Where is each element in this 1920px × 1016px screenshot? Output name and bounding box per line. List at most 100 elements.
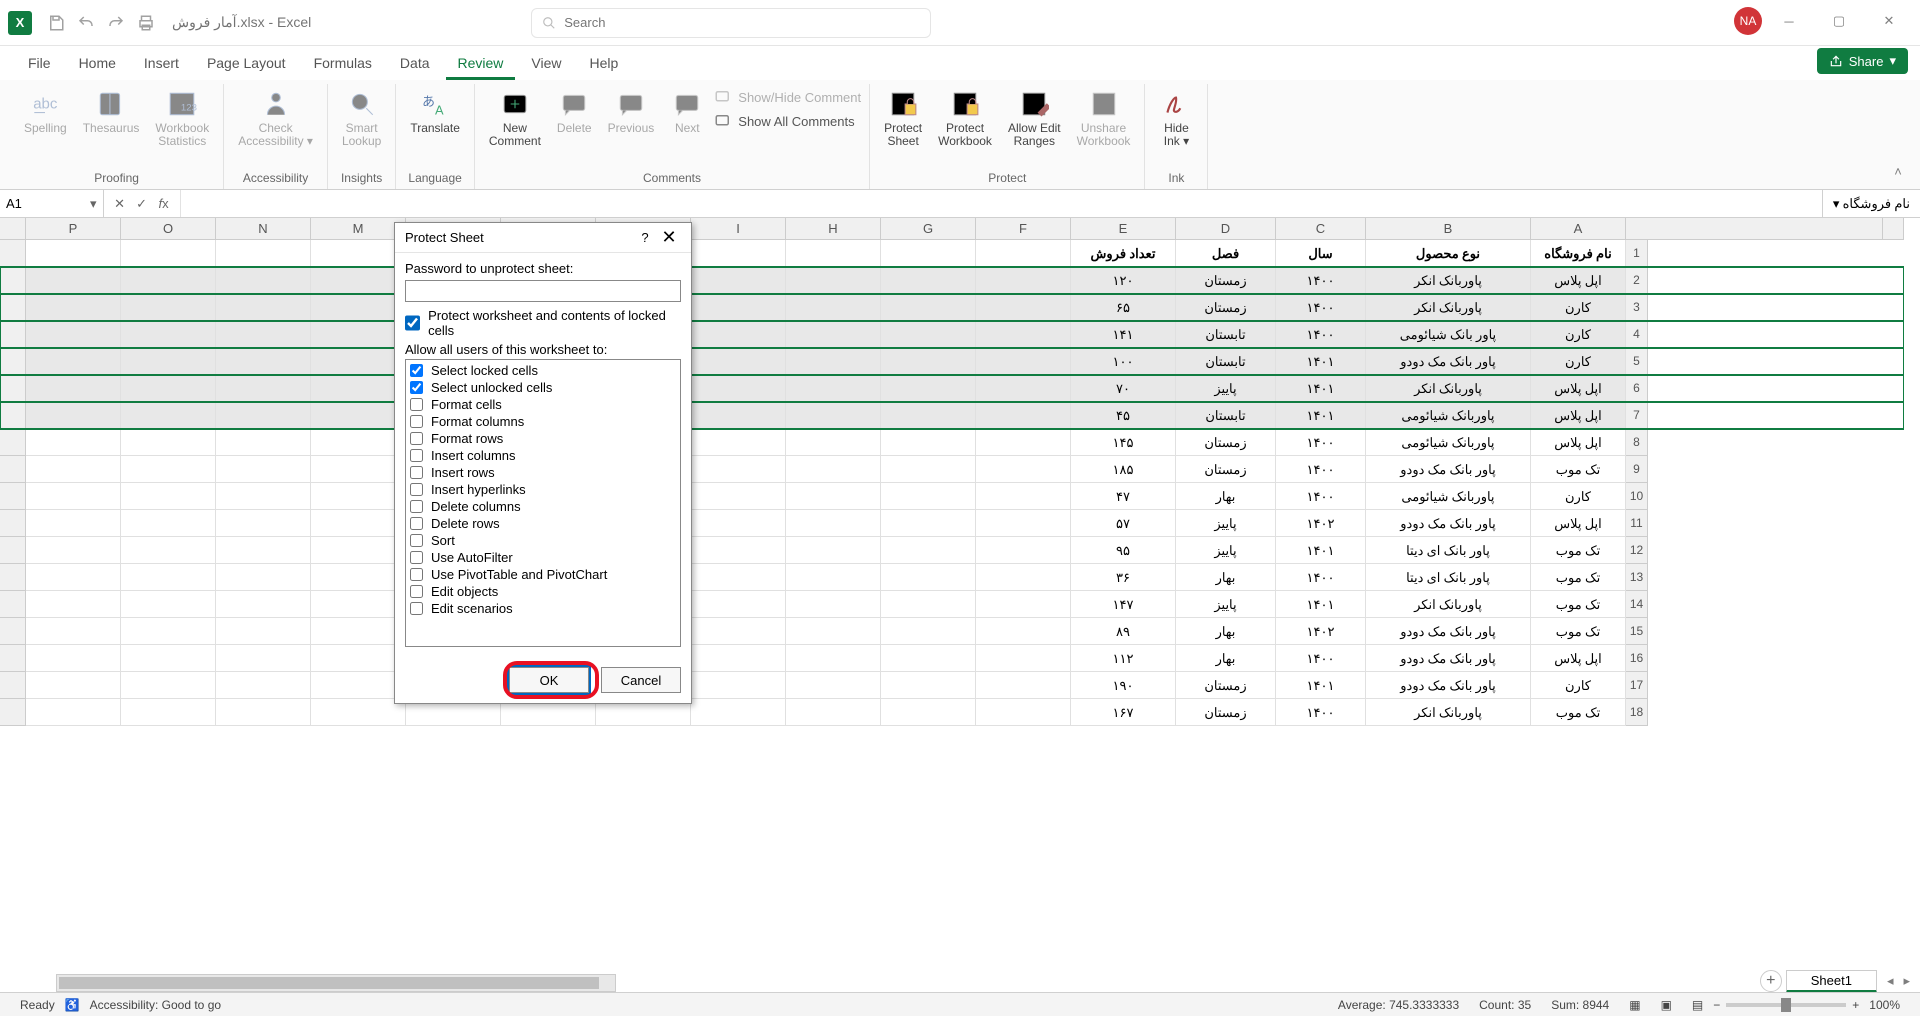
user-avatar[interactable]: NA <box>1734 7 1762 35</box>
cell[interactable]: پاوربانک شیائومی <box>1366 402 1531 429</box>
col-header-E[interactable]: E <box>1071 218 1176 239</box>
cell[interactable]: تک موب <box>1531 537 1626 564</box>
search-box[interactable]: Search <box>531 8 931 38</box>
cell[interactable]: ۴۵ <box>1071 402 1176 429</box>
ribbon-show-all-comments[interactable]: Show All Comments <box>714 112 861 130</box>
col-header-M[interactable]: M <box>311 218 406 239</box>
redo-icon[interactable] <box>102 9 130 37</box>
permission-checkbox[interactable] <box>410 500 423 513</box>
name-box-dropdown-icon[interactable]: ▾ <box>84 196 103 212</box>
cancel-button[interactable]: Cancel <box>601 667 681 693</box>
cell[interactable]: پاور بانک مک دودو <box>1366 456 1531 483</box>
close-button[interactable]: ✕ <box>1866 6 1912 36</box>
cell[interactable]: تعداد فروش <box>1071 240 1176 267</box>
cell[interactable]: پاییز <box>1176 591 1276 618</box>
row-header-8[interactable]: 8 <box>1626 429 1648 456</box>
permission-select-locked-cells[interactable]: Select locked cells <box>408 362 678 379</box>
cell[interactable]: اپل پلاس <box>1531 267 1626 294</box>
collapse-ribbon-icon[interactable]: ˄ <box>1886 159 1910 183</box>
col-header-A[interactable]: A <box>1531 218 1626 239</box>
permission-use-autofilter[interactable]: Use AutoFilter <box>408 549 678 566</box>
dialog-titlebar[interactable]: Protect Sheet ? ✕ <box>395 223 691 253</box>
permission-checkbox[interactable] <box>410 568 423 581</box>
cell[interactable]: زمستان <box>1176 267 1276 294</box>
cell[interactable]: زمستان <box>1176 456 1276 483</box>
col-header-O[interactable]: O <box>121 218 216 239</box>
permission-checkbox[interactable] <box>410 602 423 615</box>
ribbon-protect-button[interactable]: ProtectWorkbook <box>932 86 998 150</box>
cell[interactable]: کارن <box>1531 294 1626 321</box>
view-page-layout-icon[interactable]: ▣ <box>1661 998 1672 1012</box>
permission-checkbox[interactable] <box>410 415 423 428</box>
cell[interactable]: ۱۸۵ <box>1071 456 1176 483</box>
cell[interactable]: پاور بانک ای دیتا <box>1366 564 1531 591</box>
cell[interactable]: زمستان <box>1176 429 1276 456</box>
maximize-button[interactable]: ▢ <box>1816 6 1862 36</box>
cell[interactable]: ۱۴۷ <box>1071 591 1176 618</box>
cell[interactable]: ۷۰ <box>1071 375 1176 402</box>
row-header-16[interactable]: 16 <box>1626 645 1648 672</box>
cell[interactable]: ۱۴۰۰ <box>1276 699 1366 726</box>
row-header-11[interactable]: 11 <box>1626 510 1648 537</box>
dialog-close-icon[interactable]: ✕ <box>657 227 681 248</box>
permission-checkbox[interactable] <box>410 551 423 564</box>
tab-view[interactable]: View <box>519 49 573 80</box>
permission-format-columns[interactable]: Format columns <box>408 413 678 430</box>
permission-select-unlocked-cells[interactable]: Select unlocked cells <box>408 379 678 396</box>
cell[interactable]: تک موب <box>1531 699 1626 726</box>
permission-edit-objects[interactable]: Edit objects <box>408 583 678 600</box>
col-header-D[interactable]: D <box>1176 218 1276 239</box>
tab-page-layout[interactable]: Page Layout <box>195 49 298 80</box>
permission-delete-rows[interactable]: Delete rows <box>408 515 678 532</box>
cell[interactable]: ۱۶۷ <box>1071 699 1176 726</box>
row-header-12[interactable]: 12 <box>1626 537 1648 564</box>
cell[interactable]: ۱۴۰۰ <box>1276 645 1366 672</box>
cell[interactable]: اپل پلاس <box>1531 402 1626 429</box>
cell[interactable]: ۱۴۰۲ <box>1276 510 1366 537</box>
cell[interactable]: پاییز <box>1176 375 1276 402</box>
cell[interactable]: اپل پلاس <box>1531 510 1626 537</box>
cell[interactable]: پاور بانک مک دودو <box>1366 645 1531 672</box>
permissions-listbox[interactable]: Select locked cellsSelect unlocked cells… <box>405 359 681 647</box>
cell[interactable]: ۱۲۰ <box>1071 267 1176 294</box>
permission-checkbox[interactable] <box>410 364 423 377</box>
cell[interactable]: ۱۴۰۰ <box>1276 564 1366 591</box>
cell[interactable]: فصل <box>1176 240 1276 267</box>
row-header-5[interactable]: 5 <box>1626 348 1648 375</box>
row-header-10[interactable]: 10 <box>1626 483 1648 510</box>
cell[interactable]: ۱۴۱ <box>1071 321 1176 348</box>
row-header-1[interactable]: 1 <box>1626 240 1648 267</box>
cell[interactable]: ۸۹ <box>1071 618 1176 645</box>
row-header-13[interactable]: 13 <box>1626 564 1648 591</box>
zoom-in-icon[interactable]: + <box>1852 998 1859 1012</box>
row-header-18[interactable]: 18 <box>1626 699 1648 726</box>
cell[interactable]: ۱۴۰۲ <box>1276 618 1366 645</box>
tab-insert[interactable]: Insert <box>132 49 191 80</box>
cell[interactable]: پاوربانک انکر <box>1366 375 1531 402</box>
ok-button[interactable]: OK <box>509 667 589 693</box>
ribbon-allow-edit-button[interactable]: Allow EditRanges <box>1002 86 1067 150</box>
col-header-I[interactable]: I <box>691 218 786 239</box>
permission-format-rows[interactable]: Format rows <box>408 430 678 447</box>
cell[interactable]: ۴۷ <box>1071 483 1176 510</box>
name-box[interactable]: ▾ <box>0 190 104 217</box>
tab-file[interactable]: File <box>16 49 63 80</box>
dialog-help-icon[interactable]: ? <box>633 230 657 245</box>
col-header-H[interactable]: H <box>786 218 881 239</box>
select-all-corner[interactable] <box>0 218 26 239</box>
permission-checkbox[interactable] <box>410 466 423 479</box>
cell[interactable]: نام فروشگاه <box>1531 240 1626 267</box>
permission-checkbox[interactable] <box>410 432 423 445</box>
print-icon[interactable] <box>132 9 160 37</box>
cell[interactable]: پاور بانک مک دودو <box>1366 348 1531 375</box>
cell[interactable]: بهار <box>1176 645 1276 672</box>
zoom-out-icon[interactable]: − <box>1713 998 1720 1012</box>
cell[interactable]: اپل پلاس <box>1531 429 1626 456</box>
cell[interactable]: تک موب <box>1531 564 1626 591</box>
name-box-input[interactable] <box>0 190 84 217</box>
cell[interactable]: زمستان <box>1176 699 1276 726</box>
cell[interactable]: بهار <box>1176 483 1276 510</box>
cell[interactable]: ۱۱۲ <box>1071 645 1176 672</box>
cell[interactable]: ۱۴۰۰ <box>1276 321 1366 348</box>
cell[interactable]: بهار <box>1176 564 1276 591</box>
